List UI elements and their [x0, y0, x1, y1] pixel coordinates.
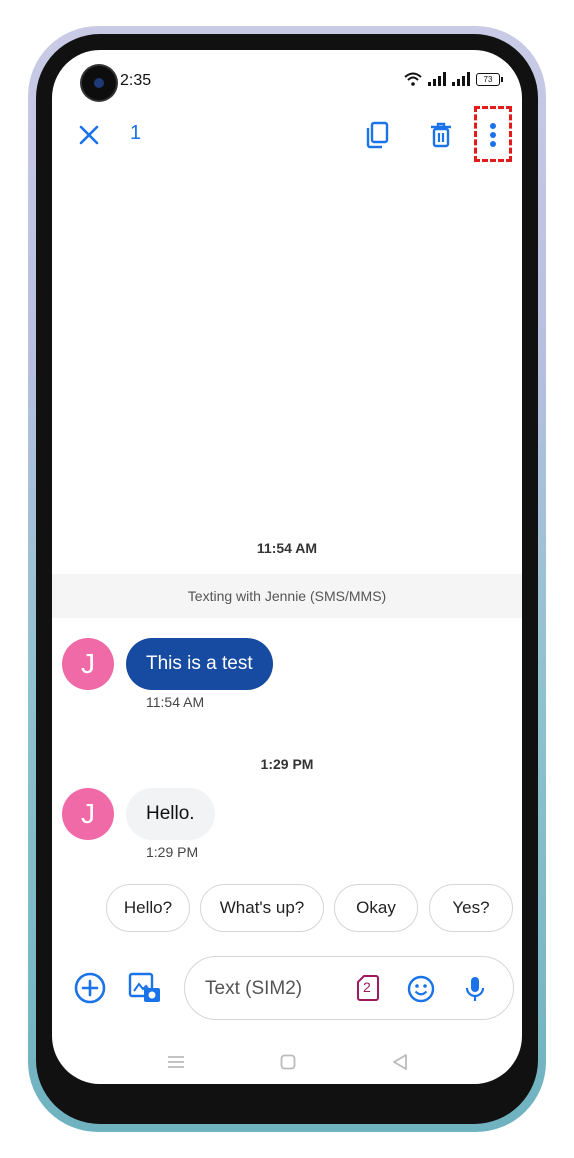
back-triangle-icon [393, 1054, 407, 1070]
smart-reply-chip[interactable]: What's up? [200, 884, 324, 932]
gallery-camera-icon [128, 972, 160, 1002]
status-icons: 73 [404, 72, 503, 86]
signal-sim2-icon [452, 72, 470, 86]
conversation-banner: Texting with Jennie (SMS/MMS) [52, 574, 522, 618]
emoji-button[interactable] [405, 973, 437, 1005]
copy-icon [366, 121, 389, 149]
system-nav-bar [52, 1040, 522, 1084]
smart-reply-chip[interactable]: Yes? [429, 884, 513, 932]
gallery-button[interactable] [126, 970, 164, 1006]
menu-icon [168, 1056, 184, 1068]
close-button[interactable] [74, 120, 104, 150]
avatar[interactable]: J [62, 638, 114, 690]
delete-button[interactable] [424, 118, 458, 152]
copy-button[interactable] [360, 118, 394, 152]
back-nav-button[interactable] [388, 1050, 412, 1074]
timestamp-divider: 1:29 PM [260, 756, 314, 772]
menu-nav-button[interactable] [164, 1050, 188, 1074]
message-composer: 2 [184, 956, 514, 1021]
microphone-icon [465, 977, 485, 1001]
message-bubble[interactable]: Hello. [126, 788, 215, 840]
message-time: 11:54 AM [146, 694, 205, 710]
status-time: 2:35 [120, 72, 152, 89]
message-time: 1:29 PM [146, 844, 199, 860]
selected-count: 1 [130, 122, 142, 144]
timestamp-divider: 11:54 AM [256, 540, 318, 556]
avatar[interactable]: J [62, 788, 114, 840]
signal-sim1-icon [428, 72, 446, 86]
home-square-icon [280, 1054, 296, 1070]
add-attachment-button[interactable] [72, 970, 108, 1006]
close-icon [79, 125, 99, 145]
battery-icon: 73 [476, 72, 503, 86]
voice-input-button[interactable] [459, 973, 491, 1005]
add-circle-icon [74, 972, 106, 1004]
front-camera [82, 66, 116, 100]
wifi-icon [404, 72, 422, 86]
delete-icon [431, 122, 451, 148]
smart-reply-chip[interactable]: Hello? [106, 884, 190, 932]
highlight-box [474, 106, 512, 162]
emoji-icon [407, 975, 435, 1003]
message-bubble-selected[interactable]: This is a test [126, 638, 273, 690]
message-input[interactable] [203, 957, 347, 1021]
sim-select-button[interactable]: 2 [355, 973, 381, 1003]
home-nav-button[interactable] [276, 1050, 300, 1074]
smart-reply-chip[interactable]: Okay [334, 884, 418, 932]
sim-number: 2 [363, 979, 371, 995]
screen: 2:35 73 1 11:54 AM Texting with Jennie (… [52, 50, 522, 1084]
